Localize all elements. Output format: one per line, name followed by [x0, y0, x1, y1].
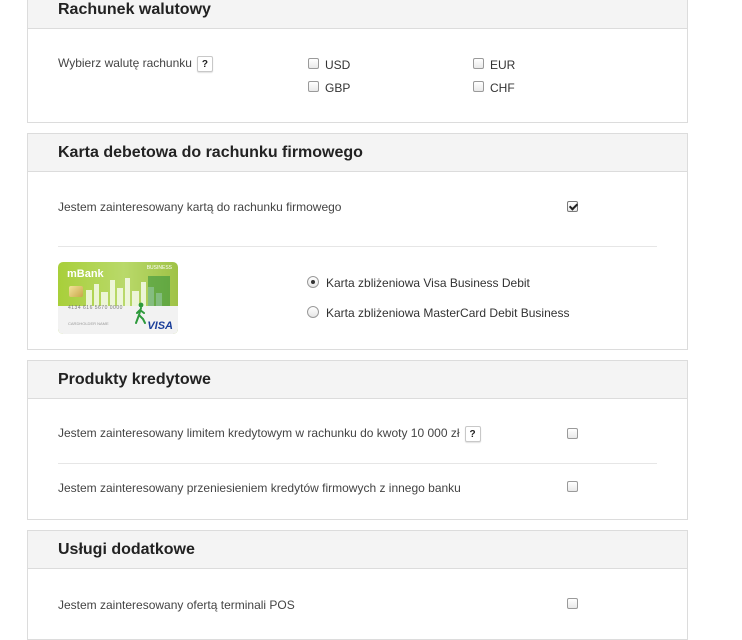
- label-mastercard-debit-business[interactable]: Karta zbliżeniowa MasterCard Debit Busin…: [326, 306, 569, 320]
- card-number: 4134 616 5670 0000: [68, 305, 123, 311]
- extra-services-title: Usługi dodatkowe: [58, 540, 195, 558]
- radio-mastercard-debit-business[interactable]: [307, 306, 319, 318]
- credit-limit-row: Jestem zainteresowany limitem kredytowym…: [58, 426, 481, 442]
- credit-divider: [58, 463, 657, 464]
- credit-products-title: Produkty kredytowe: [58, 370, 211, 388]
- checkbox-usd[interactable]: [308, 58, 319, 69]
- debit-card-panel: Karta debetowa do rachunku firmowego Jes…: [27, 133, 688, 350]
- card-tag: BUSINESS: [146, 265, 172, 271]
- label-visa-business-debit[interactable]: Karta zbliżeniowa Visa Business Debit: [326, 276, 530, 290]
- label-chf[interactable]: CHF: [490, 81, 515, 95]
- currency-account-panel: Rachunek walutowy Wybierz walutę rachunk…: [27, 0, 688, 123]
- card-image: mBank BUSINESS 4134 616 5670 0000 CARDHO…: [58, 262, 178, 334]
- label-gbp[interactable]: GBP: [325, 81, 350, 95]
- pos-terminal-checkbox[interactable]: [567, 598, 578, 609]
- card-brand-logo: mBank: [67, 268, 104, 280]
- debit-card-interest-checkbox[interactable]: [567, 201, 578, 212]
- label-usd[interactable]: USD: [325, 58, 350, 72]
- debit-card-divider: [58, 246, 657, 247]
- checkbox-eur[interactable]: [473, 58, 484, 69]
- walking-figure-icon: [135, 302, 146, 324]
- debit-card-header: Karta debetowa do rachunku firmowego: [28, 134, 687, 172]
- extra-services-panel: Usługi dodatkowe Jestem zainteresowany o…: [27, 530, 688, 640]
- card-chip-icon: [69, 286, 83, 297]
- debit-card-title: Karta debetowa do rachunku firmowego: [58, 143, 363, 161]
- extra-services-header: Usługi dodatkowe: [28, 531, 687, 569]
- radio-visa-business-debit[interactable]: [307, 276, 319, 288]
- card-city-graphic: [86, 276, 170, 306]
- card-visa-logo: VISA: [147, 320, 173, 332]
- currency-account-header: Rachunek walutowy: [28, 0, 687, 29]
- card-holder: CARDHOLDER NAME: [68, 321, 109, 326]
- credit-limit-label: Jestem zainteresowany limitem kredytowym…: [58, 426, 460, 441]
- credit-transfer-label: Jestem zainteresowany przeniesieniem kre…: [58, 481, 461, 495]
- credit-limit-help-button[interactable]: ?: [464, 426, 481, 442]
- credit-limit-checkbox[interactable]: [567, 428, 578, 439]
- checkbox-chf[interactable]: [473, 81, 484, 92]
- debit-card-interest-label: Jestem zainteresowany kartą do rachunku …: [58, 200, 342, 214]
- currency-question-label: Wybierz walutę rachunku: [58, 56, 192, 71]
- label-eur[interactable]: EUR: [490, 58, 515, 72]
- credit-products-panel: Produkty kredytowe Jestem zainteresowany…: [27, 360, 688, 520]
- credit-transfer-checkbox[interactable]: [567, 481, 578, 492]
- currency-help-button[interactable]: ?: [196, 56, 213, 72]
- currency-question: Wybierz walutę rachunku?: [58, 56, 213, 72]
- checkbox-gbp[interactable]: [308, 81, 319, 92]
- pos-terminal-label: Jestem zainteresowany ofertą terminali P…: [58, 598, 295, 612]
- currency-account-title: Rachunek walutowy: [58, 0, 211, 18]
- credit-products-header: Produkty kredytowe: [28, 361, 687, 399]
